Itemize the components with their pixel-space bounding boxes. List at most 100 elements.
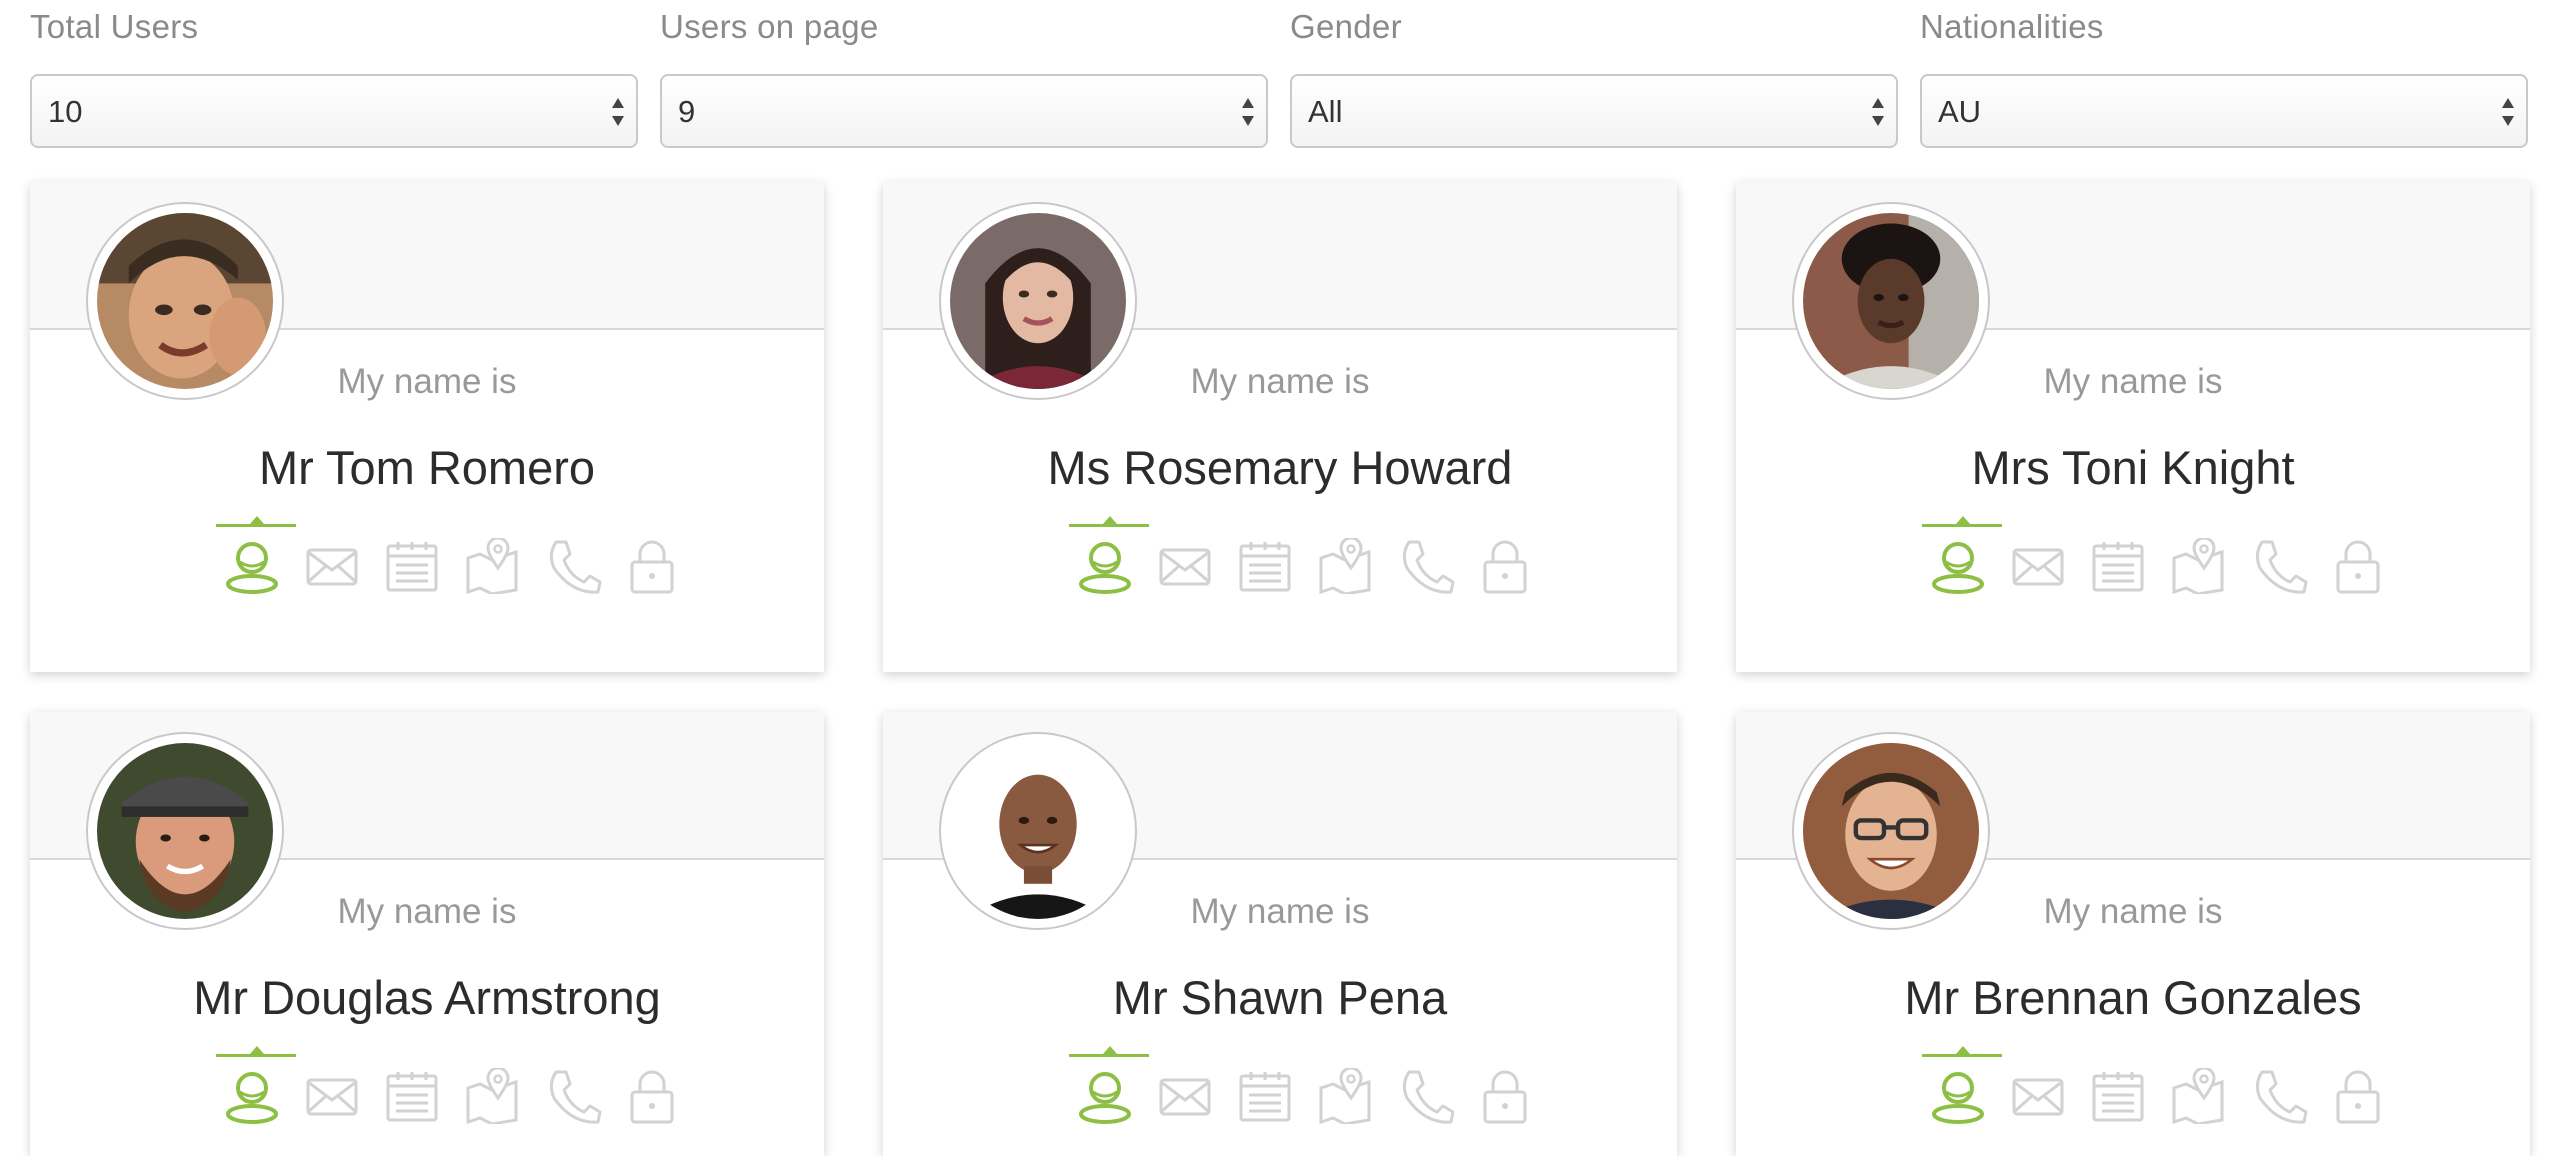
mail-icon [1159,548,1211,586]
user-name: Ms Rosemary Howard [1047,441,1513,494]
card-icon-tabs [1033,1046,1533,1124]
lock-icon [2336,1070,2380,1124]
active-indicator [216,516,296,527]
select-value: AU [1938,94,1982,129]
active-indicator [1069,516,1149,527]
tab-phone[interactable] [1389,524,1461,594]
mail-icon [2012,548,2064,586]
tab-lock[interactable] [1469,1054,1541,1124]
tab-mail[interactable] [296,524,368,594]
active-indicator [1922,516,2002,527]
calendar-icon [386,542,438,592]
phone-icon [2255,1070,2308,1124]
filter-label: Users on page [660,8,879,45]
tab-lock[interactable] [1469,524,1541,594]
lock-icon [1483,540,1527,594]
lock-icon [630,1070,674,1124]
card-caption: My name is [2043,892,2223,931]
select-arrows-icon [2502,98,2514,126]
tab-map[interactable] [2162,1054,2234,1124]
tab-map[interactable] [1309,524,1381,594]
calendar-icon [386,1072,438,1122]
phone-icon [1402,1070,1455,1124]
select-arrows-icon [1242,98,1254,126]
tab-map[interactable] [2162,524,2234,594]
user-grid-page: Total Users 10 Users on page 9 Gender Al… [0,0,2560,1156]
calendar-icon [1239,1072,1291,1122]
tab-lock[interactable] [616,524,688,594]
tab-mail[interactable] [2002,524,2074,594]
tab-map[interactable] [456,524,528,594]
select-value: 9 [678,94,696,129]
mail-icon [306,1078,358,1116]
user-icon [226,542,278,594]
tab-phone[interactable] [536,524,608,594]
users-on-page-select[interactable]: 9 [660,74,1268,148]
active-indicator [1922,1046,2002,1057]
tab-lock[interactable] [2322,1054,2394,1124]
phone-icon [549,1070,602,1124]
tab-user[interactable] [1922,1046,2002,1124]
tab-phone[interactable] [1389,1054,1461,1124]
tab-mail[interactable] [1149,524,1221,594]
tab-phone[interactable] [2242,1054,2314,1124]
gender-select[interactable]: All [1290,74,1898,148]
total-users-select[interactable]: 10 [30,74,638,148]
phone-icon [2255,540,2308,594]
active-indicator [216,1046,296,1057]
tab-calendar[interactable] [1229,524,1301,594]
tab-user[interactable] [1922,516,2002,594]
card-caption: My name is [337,362,517,401]
user-name: Mr Tom Romero [258,441,596,494]
card-icon-tabs [1033,516,1533,594]
calendar-icon [2092,1072,2144,1122]
tab-map[interactable] [456,1054,528,1124]
tab-lock[interactable] [616,1054,688,1124]
user-icon [1079,1072,1131,1124]
tab-mail[interactable] [1149,1054,1221,1124]
tab-calendar[interactable] [2082,524,2154,594]
lock-icon [1483,1070,1527,1124]
tab-calendar[interactable] [376,1054,448,1124]
card-icon-tabs [180,1046,680,1124]
card-icon-tabs [1886,516,2386,594]
user-icon [1079,542,1131,594]
user-card: My name is Ms Rosemary Howard [883,182,1677,672]
user-name: Mr Shawn Pena [1112,971,1448,1024]
filter-label: Nationalities [1920,8,2104,45]
calendar-icon [1239,542,1291,592]
map-icon [1319,1068,1371,1124]
tab-mail[interactable] [296,1054,368,1124]
tab-phone[interactable] [536,1054,608,1124]
filter-label: Gender [1290,8,1402,45]
user-card: My name is Mrs Toni Knight [1736,182,2530,672]
filters-bar: Total Users 10 Users on page 9 Gender Al… [30,0,2530,150]
user-card: My name is Mr Brennan Gonzales [1736,712,2530,1156]
tab-user[interactable] [1069,1046,1149,1124]
nationalities-select[interactable]: AU [1920,74,2528,148]
tab-lock[interactable] [2322,524,2394,594]
mail-icon [1159,1078,1211,1116]
card-caption: My name is [337,892,517,931]
mail-icon [2012,1078,2064,1116]
tab-map[interactable] [1309,1054,1381,1124]
card-icon-tabs [1886,1046,2386,1124]
tab-user[interactable] [216,516,296,594]
user-card: My name is Mr Douglas Armstrong [30,712,824,1156]
tab-calendar[interactable] [2082,1054,2154,1124]
user-card: My name is Mr Tom Romero [30,182,824,672]
select-arrows-icon [612,98,624,126]
tab-mail[interactable] [2002,1054,2074,1124]
lock-icon [2336,540,2380,594]
tab-phone[interactable] [2242,524,2314,594]
tab-calendar[interactable] [1229,1054,1301,1124]
tab-user[interactable] [1069,516,1149,594]
calendar-icon [2092,542,2144,592]
tab-user[interactable] [216,1046,296,1124]
map-icon [1319,538,1371,594]
card-caption: My name is [1190,892,1370,931]
map-icon [2172,1068,2224,1124]
tab-calendar[interactable] [376,524,448,594]
filter-label: Total Users [30,8,199,45]
user-icon [1932,1072,1984,1124]
